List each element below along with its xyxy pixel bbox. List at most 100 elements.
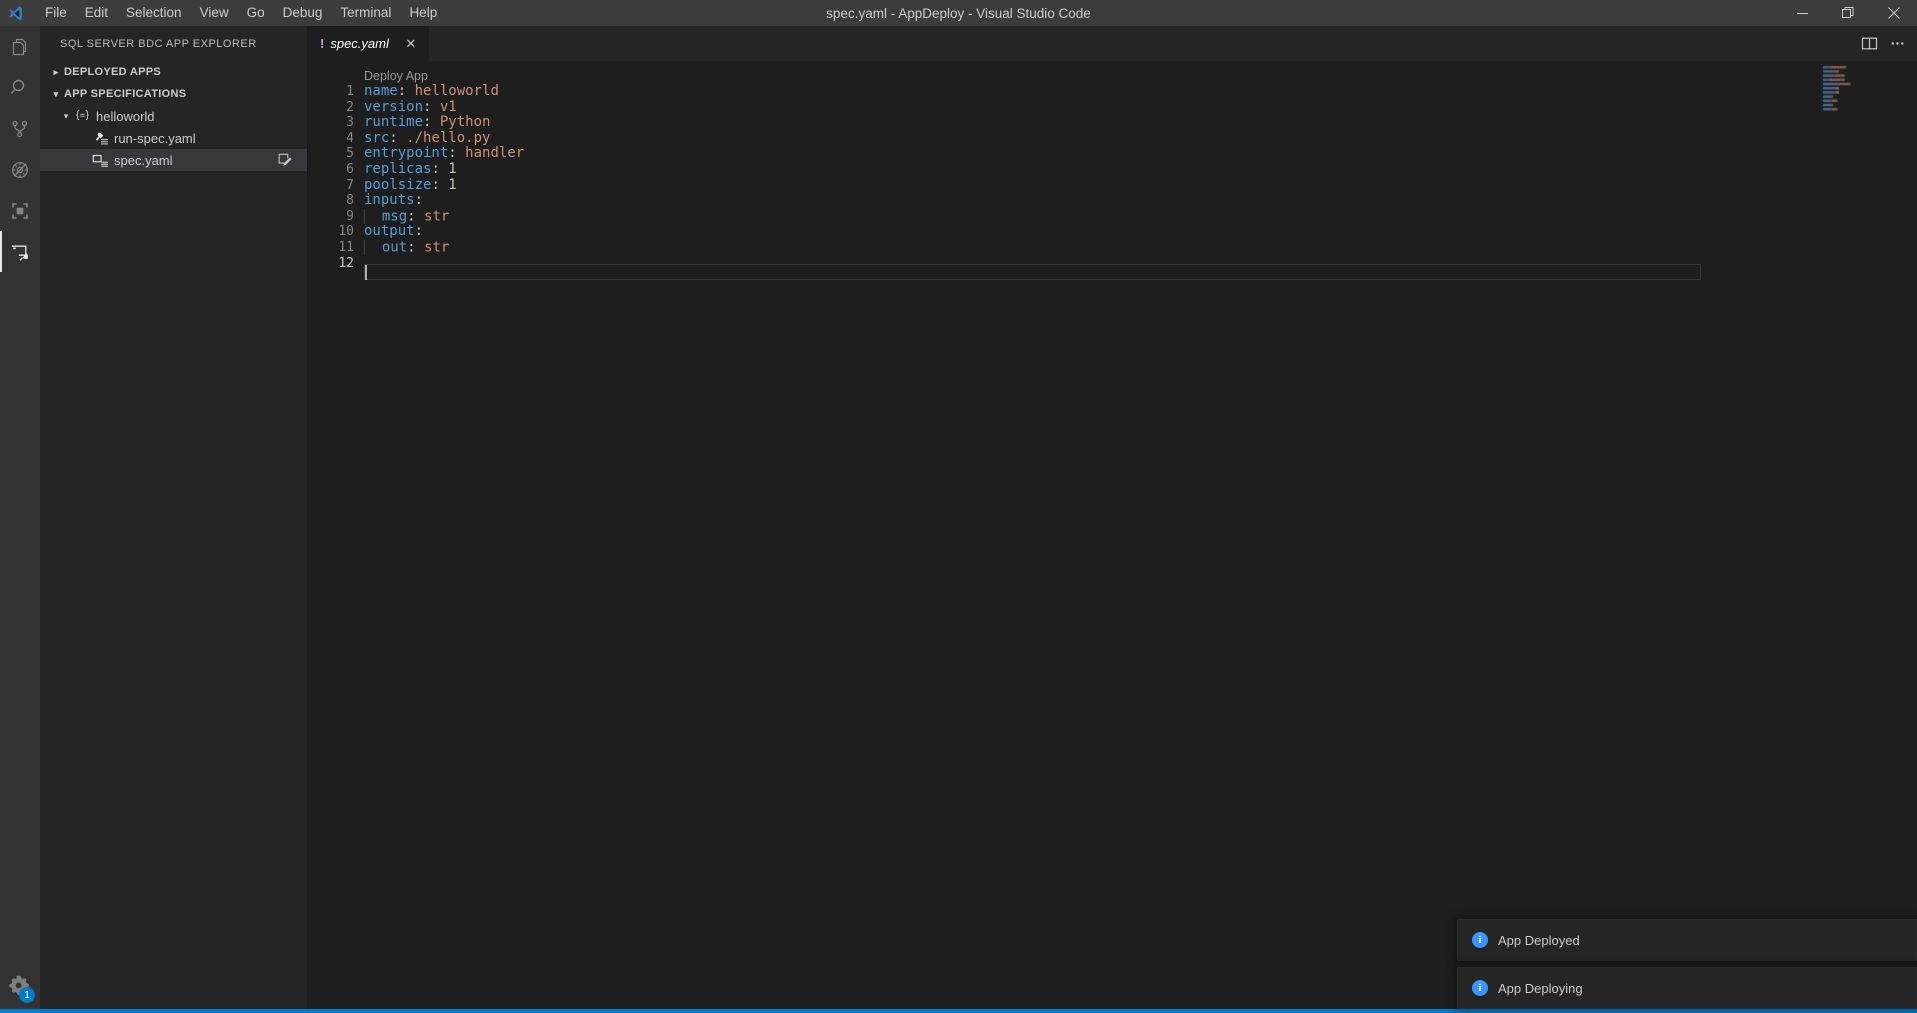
menu-help[interactable]: Help — [400, 0, 446, 26]
code-line[interactable]: 12 — [308, 256, 1809, 272]
code-token: src — [364, 130, 389, 146]
code-token: : — [415, 192, 423, 208]
menu-edit[interactable]: Edit — [76, 0, 117, 26]
more-actions-icon[interactable] — [1883, 30, 1911, 58]
code-line[interactable]: 6replicas: 1 — [308, 162, 1809, 178]
code-token: : — [398, 83, 406, 99]
explorer-icon[interactable] — [0, 26, 40, 67]
status-bar[interactable] — [0, 1009, 1917, 1013]
codelens-deploy-app[interactable]: Deploy App — [308, 69, 1809, 84]
line-number: 4 — [308, 131, 354, 147]
code-line[interactable]: 9 msg: str — [308, 209, 1809, 225]
menu-selection[interactable]: Selection — [117, 0, 191, 26]
line-number: 12 — [308, 256, 354, 272]
braces-icon — [74, 108, 91, 124]
code-token: inputs — [364, 192, 415, 208]
notification-app-deployed[interactable]: i App Deployed — [1457, 919, 1917, 961]
chevron-down-icon: ▾ — [48, 89, 64, 100]
chevron-down-icon: ▾ — [58, 111, 74, 122]
code-editor[interactable]: Deploy App 1 name: helloworld2version: v1… — [308, 61, 1917, 987]
tree-item-run-spec-yaml-label: run-spec.yaml — [114, 131, 196, 146]
tab-spec-yaml-label: spec.yaml — [330, 36, 389, 51]
info-icon: i — [1472, 980, 1488, 996]
menu-go[interactable]: Go — [238, 0, 274, 26]
section-deployed-apps[interactable]: ▸ DEPLOYED APPS — [40, 61, 307, 83]
code-line[interactable]: 7poolsize: 1 — [308, 178, 1809, 194]
code-text: msg: str — [354, 209, 449, 225]
code-token: msg — [365, 208, 407, 224]
source-control-icon[interactable] — [0, 108, 40, 149]
info-icon: i — [1472, 932, 1488, 948]
run-debug-icon[interactable] — [0, 149, 40, 190]
rocket-file-icon — [92, 130, 109, 146]
sql-server-bdc-icon[interactable] — [0, 231, 40, 272]
tab-spec-yaml[interactable]: ! spec.yaml ✕ — [308, 26, 430, 61]
notification-app-deployed-message: App Deployed — [1498, 933, 1580, 948]
line-number: 1 — [308, 84, 354, 100]
manage-gear-icon[interactable]: 1 — [0, 964, 40, 1005]
code-token: name — [364, 83, 398, 99]
close-icon[interactable]: ✕ — [403, 36, 419, 52]
editor-action-bar — [1855, 26, 1911, 61]
code-token: : — [407, 239, 415, 255]
code-token: entrypoint — [364, 145, 448, 161]
line-number: 10 — [308, 224, 354, 240]
code-token: str — [416, 239, 450, 255]
title-bar: File Edit Selection View Go Debug Termin… — [0, 0, 1917, 26]
menu-file[interactable]: File — [36, 0, 76, 26]
editor-tabs: ! spec.yaml ✕ — [308, 26, 1917, 61]
activity-bar: 1 — [0, 26, 40, 1009]
code-text: inputs: — [354, 193, 423, 209]
close-button[interactable] — [1871, 0, 1917, 26]
code-line[interactable]: 11 out: str — [308, 240, 1809, 256]
code-line[interactable]: 5entrypoint: handler — [308, 146, 1809, 162]
menu-terminal[interactable]: Terminal — [331, 0, 400, 26]
extensions-icon[interactable] — [0, 190, 40, 231]
code-line[interactable]: 2version: v1 — [308, 100, 1809, 116]
edit-icon[interactable] — [278, 153, 293, 167]
code-line[interactable]: 3runtime: Python — [308, 115, 1809, 131]
code-pane[interactable]: Deploy App 1 name: helloworld2version: v1… — [308, 61, 1809, 987]
code-token: : — [407, 208, 415, 224]
code-line[interactable]: 10output: — [308, 224, 1809, 240]
menu-view[interactable]: View — [191, 0, 238, 26]
code-token: Python — [431, 114, 490, 130]
text-cursor — [365, 265, 367, 280]
notification-toasts: i App Deployed i App Deploying — [1457, 919, 1917, 1009]
tree-item-helloworld[interactable]: ▾ helloworld — [40, 105, 307, 127]
sidebar: SQL SERVER BDC APP EXPLORER ▸ DEPLOYED A… — [40, 26, 308, 1009]
section-app-specifications[interactable]: ▾ APP SPECIFICATIONS — [40, 83, 307, 105]
tree-item-helloworld-label: helloworld — [96, 109, 155, 124]
code-token: poolsize — [364, 177, 431, 193]
code-line[interactable]: 8inputs: — [308, 193, 1809, 209]
line-number: 9 — [308, 209, 354, 225]
code-text: runtime: Python — [354, 115, 490, 131]
warning-glyph-icon: ! — [320, 36, 324, 51]
line-number: 7 — [308, 178, 354, 194]
code-token: : — [431, 161, 439, 177]
code-line[interactable]: 1 name: helloworld — [308, 84, 1809, 100]
code-lines: 1 name: helloworld2version: v13runtime: P… — [308, 84, 1809, 271]
notification-app-deploying[interactable]: i App Deploying — [1457, 967, 1917, 1009]
search-icon[interactable] — [0, 67, 40, 108]
code-token: v1 — [431, 99, 456, 115]
activity-bar-bottom: 1 — [0, 964, 40, 1005]
code-token: : — [389, 130, 397, 146]
code-content: Deploy App 1 name: helloworld2version: v1… — [308, 61, 1809, 271]
code-token: helloworld — [406, 83, 499, 99]
maximize-restore-button[interactable] — [1825, 0, 1871, 26]
split-editor-icon[interactable] — [1855, 30, 1883, 58]
code-token: runtime — [364, 114, 423, 130]
code-text: src: ./hello.py — [354, 131, 490, 147]
line-number: 2 — [308, 100, 354, 116]
minimize-button[interactable] — [1779, 0, 1825, 26]
section-app-specifications-label: APP SPECIFICATIONS — [64, 88, 186, 100]
code-line[interactable]: 4src: ./hello.py — [308, 131, 1809, 147]
line-number: 11 — [308, 240, 354, 256]
minimap[interactable] — [1809, 61, 1917, 987]
tree-item-spec-yaml[interactable]: spec.yaml — [40, 149, 307, 171]
tree-item-run-spec-yaml[interactable]: run-spec.yaml — [40, 127, 307, 149]
code-token: 1 — [440, 161, 457, 177]
menu-debug[interactable]: Debug — [274, 0, 332, 26]
code-token: replicas — [364, 161, 431, 177]
